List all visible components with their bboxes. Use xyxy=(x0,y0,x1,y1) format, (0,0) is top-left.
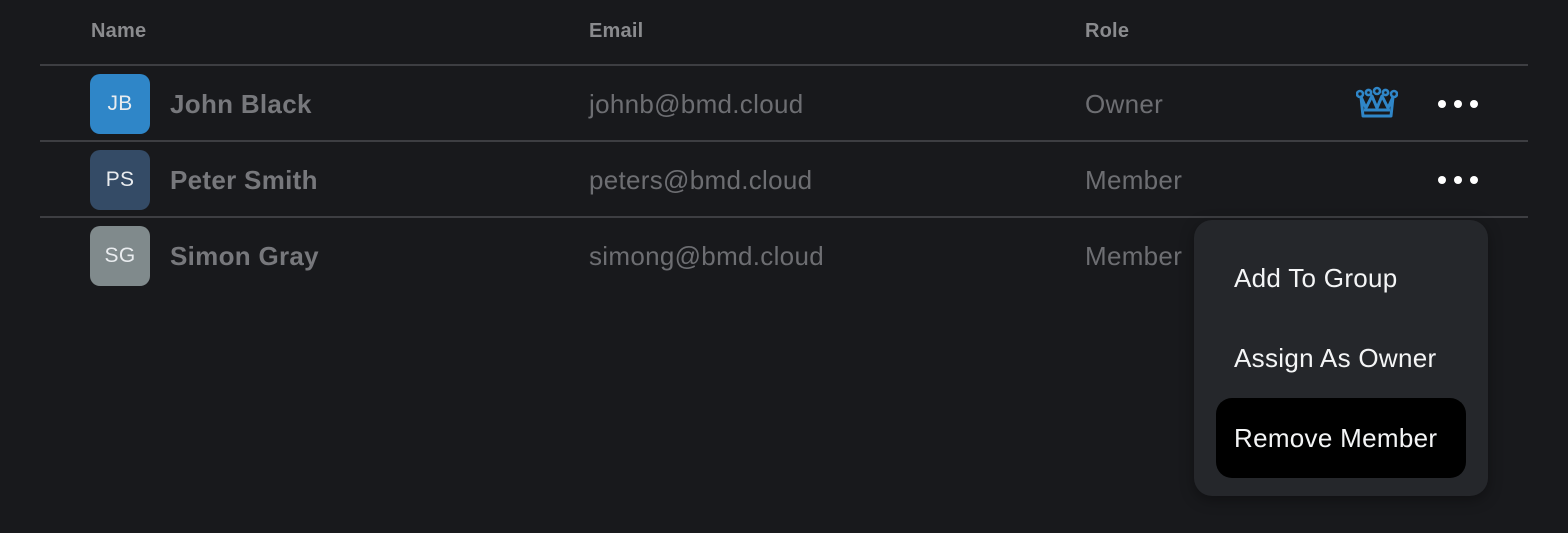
member-email: peters@bmd.cloud xyxy=(589,165,813,195)
table-header: Name Email Role xyxy=(40,0,1528,66)
member-role: Owner xyxy=(1085,89,1164,119)
more-dot xyxy=(1454,100,1462,108)
member-role: Member xyxy=(1085,241,1183,271)
add-to-group-menu-item[interactable]: Add To Group xyxy=(1216,238,1466,318)
members-page: Name Email Role JB John Black johnb@bmd.… xyxy=(0,0,1568,533)
more-dot xyxy=(1470,100,1478,108)
more-dot xyxy=(1438,100,1446,108)
column-header-email[interactable]: Email xyxy=(589,20,643,43)
more-dot xyxy=(1438,176,1446,184)
crown-icon[interactable] xyxy=(1356,86,1398,120)
avatar: SG xyxy=(90,226,150,286)
avatar: PS xyxy=(90,150,150,210)
more-options-button[interactable] xyxy=(1438,168,1478,192)
member-name: Peter Smith xyxy=(170,165,318,195)
more-options-button[interactable] xyxy=(1438,92,1478,116)
avatar: JB xyxy=(90,74,150,134)
member-email: simong@bmd.cloud xyxy=(589,241,824,271)
table-row: PS Peter Smith peters@bmd.cloud Member xyxy=(40,142,1528,218)
more-dot xyxy=(1470,176,1478,184)
member-role: Member xyxy=(1085,165,1183,195)
member-name: Simon Gray xyxy=(170,241,319,271)
remove-member-menu-item[interactable]: Remove Member xyxy=(1216,398,1466,478)
member-name: John Black xyxy=(170,89,312,119)
member-context-menu: Add To Group Assign As Owner Remove Memb… xyxy=(1194,220,1488,496)
more-dot xyxy=(1454,176,1462,184)
table-row: JB John Black johnb@bmd.cloud Owner xyxy=(40,66,1528,142)
column-header-role[interactable]: Role xyxy=(1085,20,1129,43)
column-header-name[interactable]: Name xyxy=(91,20,146,43)
assign-as-owner-menu-item[interactable]: Assign As Owner xyxy=(1216,318,1466,398)
member-email: johnb@bmd.cloud xyxy=(589,89,804,119)
